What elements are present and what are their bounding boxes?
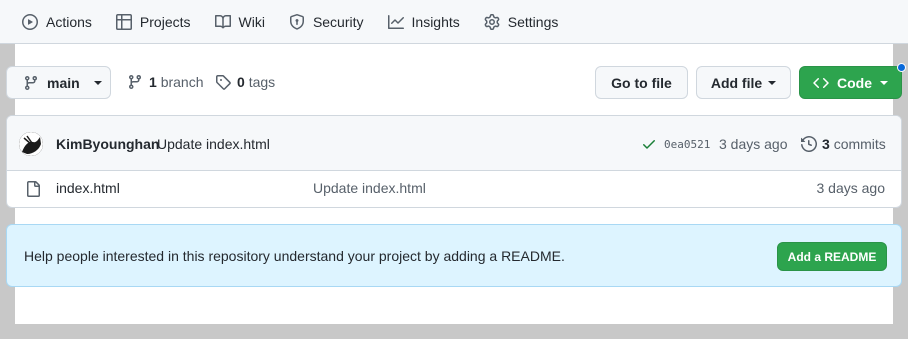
code-icon — [813, 77, 829, 88]
chevron-down-icon — [768, 80, 777, 85]
nav-item-security[interactable]: Security — [289, 2, 364, 42]
latest-commit-row: KimByounghan Update index.html 0ea0521 3… — [7, 116, 901, 171]
code-button[interactable]: Code — [799, 66, 902, 99]
table-icon — [115, 13, 132, 30]
nav-item-actions[interactable]: Actions — [22, 2, 92, 42]
graph-icon — [387, 14, 404, 29]
nav-item-wiki[interactable]: Wiki — [214, 2, 265, 42]
history-icon — [801, 136, 817, 152]
nav-item-projects[interactable]: Projects — [115, 2, 191, 42]
branch-count: 1 — [149, 74, 157, 90]
avatar[interactable] — [19, 132, 43, 156]
file-icon — [27, 181, 40, 197]
commit-sha[interactable]: 0ea0521 — [664, 138, 710, 151]
commit-time: 3 days ago — [719, 136, 788, 152]
nav-item-settings[interactable]: Settings — [484, 2, 559, 42]
add-readme-label: Add a README — [787, 249, 877, 264]
branch-select-button[interactable]: main — [6, 66, 111, 99]
tag-count: 0 — [237, 74, 245, 90]
nav-label: Security — [312, 13, 364, 30]
file-commit-time: 3 days ago — [816, 180, 886, 196]
book-icon — [214, 14, 231, 28]
readme-prompt-text: Help people interested in this repositor… — [24, 248, 565, 264]
branches-link[interactable]: 1 branch — [127, 74, 204, 90]
file-list: KimByounghan Update index.html 0ea0521 3… — [6, 115, 902, 208]
notification-dot — [897, 63, 906, 72]
tag-word: tags — [248, 74, 276, 90]
nav-label: Settings — [507, 13, 559, 30]
nav-label: Projects — [139, 13, 191, 30]
chevron-down-icon — [93, 80, 102, 85]
repo-page: Actions Projects Wiki Security Insights … — [0, 0, 908, 339]
git-branch-icon — [128, 75, 141, 90]
nav-label: Insights — [411, 13, 460, 30]
commits-history-link[interactable]: 3 commits — [801, 136, 886, 152]
table-row: index.html Update index.html 3 days ago — [7, 171, 901, 207]
nav-label: Actions — [46, 13, 92, 30]
repo-nav: Actions Projects Wiki Security Insights … — [0, 0, 908, 44]
nav-label: Wiki — [238, 13, 265, 30]
repo-toolbar: main 1 branch 0 tags Go to file Add file… — [0, 66, 908, 100]
play-icon — [22, 13, 38, 30]
git-branch-icon — [24, 75, 37, 90]
nav-item-insights[interactable]: Insights — [387, 2, 460, 42]
add-file-button[interactable]: Add file — [696, 66, 791, 99]
tags-link[interactable]: 0 tags — [215, 74, 275, 90]
commit-count: 3 — [822, 136, 830, 152]
chevron-down-icon — [880, 80, 888, 85]
file-name-link[interactable]: index.html — [56, 180, 120, 196]
shield-icon — [289, 13, 304, 30]
check-icon[interactable] — [641, 136, 657, 152]
tag-icon — [216, 75, 231, 90]
gear-icon — [484, 13, 500, 30]
file-commit-message[interactable]: Update index.html — [313, 180, 426, 196]
code-label: Code — [837, 74, 872, 91]
add-file-label: Add file — [710, 74, 763, 91]
add-readme-button[interactable]: Add a README — [777, 242, 887, 271]
go-to-file-button[interactable]: Go to file — [595, 66, 688, 99]
branch-name: main — [47, 74, 80, 91]
go-to-file-label: Go to file — [611, 74, 672, 91]
readme-prompt: Help people interested in this repositor… — [6, 224, 902, 287]
commit-word: commits — [833, 136, 886, 152]
commit-author[interactable]: KimByounghan — [56, 136, 159, 152]
branch-word: branch — [160, 74, 204, 90]
commit-message[interactable]: Update index.html — [157, 136, 270, 152]
